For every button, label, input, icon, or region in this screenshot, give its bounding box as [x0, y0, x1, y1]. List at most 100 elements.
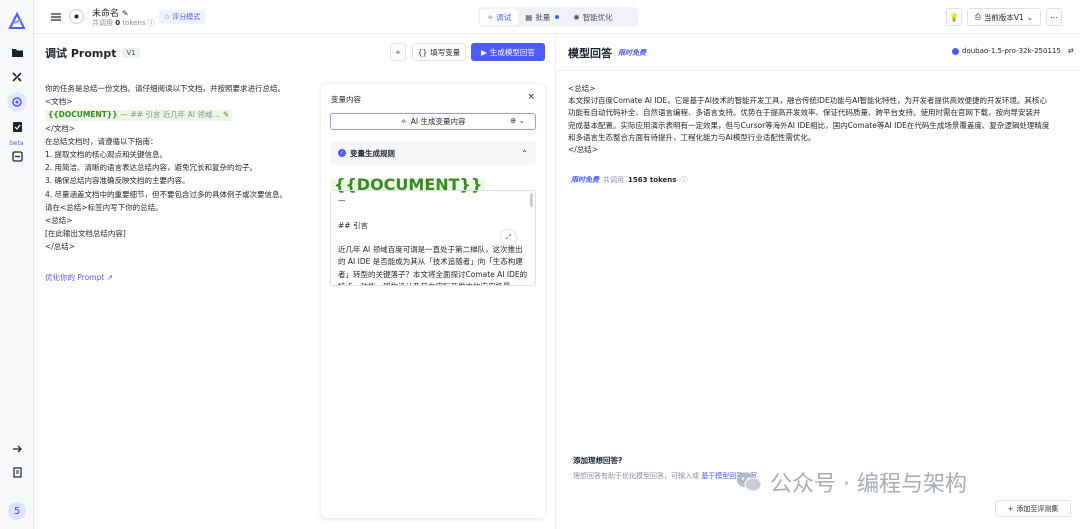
optimize-prompt-link[interactable]: 优化你的 Prompt ↗: [45, 272, 113, 283]
model-answer-title-text: 模型回答: [568, 47, 612, 60]
menu-icon[interactable]: [47, 8, 65, 26]
folder-icon[interactable]: [8, 43, 26, 61]
textarea-scrollbar[interactable]: [530, 193, 533, 207]
variable-content-line: —: [338, 196, 346, 205]
prompt-line: <总结>: [45, 216, 73, 226]
play-icon: ▶: [481, 47, 487, 57]
variable-content-line: ## 引言: [338, 220, 368, 230]
doc-calls-prefix: 共调用: [92, 19, 113, 27]
variable-content-line: 者」转型的关键落子？本文将全面探讨Comate AI IDE的: [338, 269, 528, 279]
answer-call-prefix: 共调用: [603, 176, 624, 184]
model-answer-text: <总结> 本文探讨百度Comate AI IDE，它是基于AI技术的智能开发工具，…: [568, 83, 1063, 156]
answer-line: <总结>: [568, 84, 596, 93]
variable-panel: 变量内容 × ✧ AI 生成变量内容 ⊕ ⌄ ✓ 变量生成规则 ⌃ {{DOCU…: [321, 84, 545, 518]
star-icon: ☆: [164, 13, 171, 21]
plus-icon: +: [1007, 504, 1014, 513]
prompt-line: 请在<总结>标签内写下你的总结。: [45, 202, 163, 212]
add-to-evaluation-label: 添加至评测集: [1016, 504, 1059, 513]
variable-content-line: 的 AI IDE 是否能成为其从「技术追随者」向「生态构建: [338, 257, 523, 267]
prompt-panel: 调试 Prompt V1 ✧ {} 填写变量 ▶ 生成模型回答 你的任务是总结一…: [34, 34, 556, 529]
score-mode-label: 评分模式: [172, 13, 201, 21]
prompt-settings-icon[interactable]: [69, 9, 84, 24]
variable-rule-section[interactable]: ✓ 变量生成规则 ⌃: [330, 141, 536, 165]
expand-arrow-icon[interactable]: [8, 440, 26, 458]
version-dropdown[interactable]: ⎙ 当前版本V1 ⌄: [967, 8, 1041, 26]
version-icon: ⎙: [974, 12, 981, 21]
answer-line: 完成基本配置。实际应用演示表明有一定效果，但与Cursor等海外AI IDE相比…: [568, 120, 1050, 130]
magic-wand-button[interactable]: ✧: [390, 43, 406, 61]
ideal-answer-title: 添加理想回答?: [573, 456, 623, 465]
ai-generate-variable-button[interactable]: ✧ AI 生成变量内容 ⊕ ⌄: [330, 113, 536, 130]
beta-feature-icon[interactable]: [8, 147, 26, 165]
prompt-line: 1. 提取文档的核心观点和关键信息。: [45, 150, 168, 160]
chevron-down-icon: ⌄: [1026, 12, 1034, 22]
chip-variable-name: {{DOCUMENT}}: [48, 110, 118, 120]
ideal-answer-hint: 理想回答有助于优化模型回答，可输入或: [573, 472, 699, 480]
chevron-up-icon[interactable]: ⌃: [521, 149, 528, 158]
prompt-editor[interactable]: 你的任务是总结一份文档。请仔细阅读以下文档，并按照要求进行总结。 <文档> {{DO…: [45, 82, 305, 254]
header-divider: [557, 70, 1080, 71]
score-mode-button[interactable]: ☆ 评分模式: [159, 10, 206, 24]
docs-icon[interactable]: [8, 463, 26, 481]
prompt-line: 4. 尽量涵盖文档中的重要细节，但不要包含过多的具体例子或次要信息。: [45, 189, 288, 199]
optimize-arrow-icon: ↗: [106, 273, 113, 282]
variable-content-lines: — ## 引言近几年 AI 领域百度可谓是一直处于第二梯队，这次推出的 AI ID…: [338, 195, 528, 285]
version-tag: V1: [122, 48, 140, 58]
table-icon: ▦: [525, 12, 533, 22]
doc-call-stats: 共调用 0 tokens ⓘ: [92, 18, 155, 28]
fill-variables-label: 填写变量: [430, 47, 461, 57]
prompt-line: </文档>: [45, 123, 76, 133]
ai-sparkle-icon: ✧: [400, 117, 407, 126]
answer-line: 和多语言生态整合方面有待提升，工程化能力与AI模型行业适配性需优化。: [568, 132, 816, 142]
answer-call-tokens: 1563 tokens: [628, 176, 677, 184]
generate-answer-label: 生成模型回答: [489, 47, 535, 57]
globe-dropdown-icon[interactable]: ⊕ ⌄: [510, 116, 525, 125]
answer-call-info: 限时免费 共调用 1563 tokens ⓘ: [571, 175, 687, 185]
edit-name-icon[interactable]: ✎: [122, 9, 129, 18]
lightbulb-icon[interactable]: 💡: [946, 8, 962, 26]
prompt-dev-icon[interactable]: [7, 92, 27, 112]
tab-debug-label: 调试: [496, 12, 512, 22]
info-icon[interactable]: ⓘ: [680, 175, 687, 185]
ideal-answer-subtitle: 理想回答有助于优化模型回答，可输入或 基于模型回答改写: [573, 471, 757, 481]
prompt-line: [在此输出文档总结内容]: [45, 229, 126, 239]
generate-answer-button[interactable]: ▶ 生成模型回答: [471, 43, 545, 61]
tab-batch[interactable]: ▦ 批量: [518, 9, 566, 25]
doc-calls-suffix: tokens: [122, 19, 146, 27]
rewrite-from-answer-link[interactable]: 基于模型回答改写: [701, 472, 757, 480]
tab-debug[interactable]: ✧ 调试: [480, 9, 519, 25]
model-selector[interactable]: doubao-1.5-pro-32k-250115 ⇄: [952, 47, 1074, 55]
wand-icon: ✧: [487, 12, 494, 22]
answer-line: 功能有自动代码补全、自然语言编程、多语言支持。优势在于提高开发效率、保证代码质量…: [568, 108, 1041, 118]
tab-smart-optimize[interactable]: ✺ 智能优化: [566, 9, 619, 25]
limited-free-badge: 限时免费: [618, 49, 646, 57]
tools-icon[interactable]: [8, 68, 26, 86]
variable-panel-title: 变量内容: [331, 95, 361, 104]
ai-generate-label: AI 生成变量内容: [410, 117, 466, 126]
more-options-icon[interactable]: ⋯: [1046, 8, 1062, 26]
add-to-evaluation-button[interactable]: + 添加至评测集: [995, 500, 1071, 517]
variable-rule-label: 变量生成规则: [350, 148, 395, 158]
mode-tabs: ✧ 调试 ▦ 批量 ✺ 智能优化: [478, 7, 638, 27]
info-icon[interactable]: ⓘ: [148, 19, 155, 27]
close-icon[interactable]: ×: [527, 92, 535, 102]
left-rail: beta 5: [0, 0, 34, 529]
document-variable-chip[interactable]: {{DOCUMENT}} — ## 引言 近几年 AI 领域… ✎: [45, 108, 233, 121]
edit-chip-icon[interactable]: ✎: [223, 108, 229, 121]
model-icon: [952, 47, 959, 55]
variable-content-textarea[interactable]: — ## 引言近几年 AI 领域百度可谓是一直处于第二梯队，这次推出的 AI ID…: [330, 190, 536, 286]
evaluation-icon[interactable]: [8, 118, 26, 136]
user-avatar[interactable]: 5: [8, 502, 26, 520]
version-label: 当前版本V1: [983, 12, 1024, 22]
expand-editor-icon[interactable]: ⤢: [501, 230, 516, 245]
variable-content-line: 特点、功能、架构设计及其在实际开发中的应用场景。: [338, 281, 528, 285]
app-logo-icon[interactable]: [7, 11, 27, 31]
answer-line: </总结>: [568, 145, 599, 155]
top-bar: 未命名 ✎ 共调用 0 tokens ⓘ ☆ 评分模式 ✧ 调试 ▦ 批量 ✺: [34, 0, 1080, 34]
prompt-line: 3. 确保总结内容准确反映文档的主要内容。: [45, 176, 190, 186]
prompt-line: 在总结文档时，请遵循以下指南：: [45, 136, 158, 146]
variable-content-line: 近几年 AI 领域百度可谓是一直处于第二梯队，这次推出: [338, 245, 523, 255]
tab-smart-optimize-label: 智能优化: [582, 12, 613, 22]
check-icon: ✓: [338, 149, 346, 157]
fill-variables-button[interactable]: {} 填写变量: [412, 43, 466, 61]
